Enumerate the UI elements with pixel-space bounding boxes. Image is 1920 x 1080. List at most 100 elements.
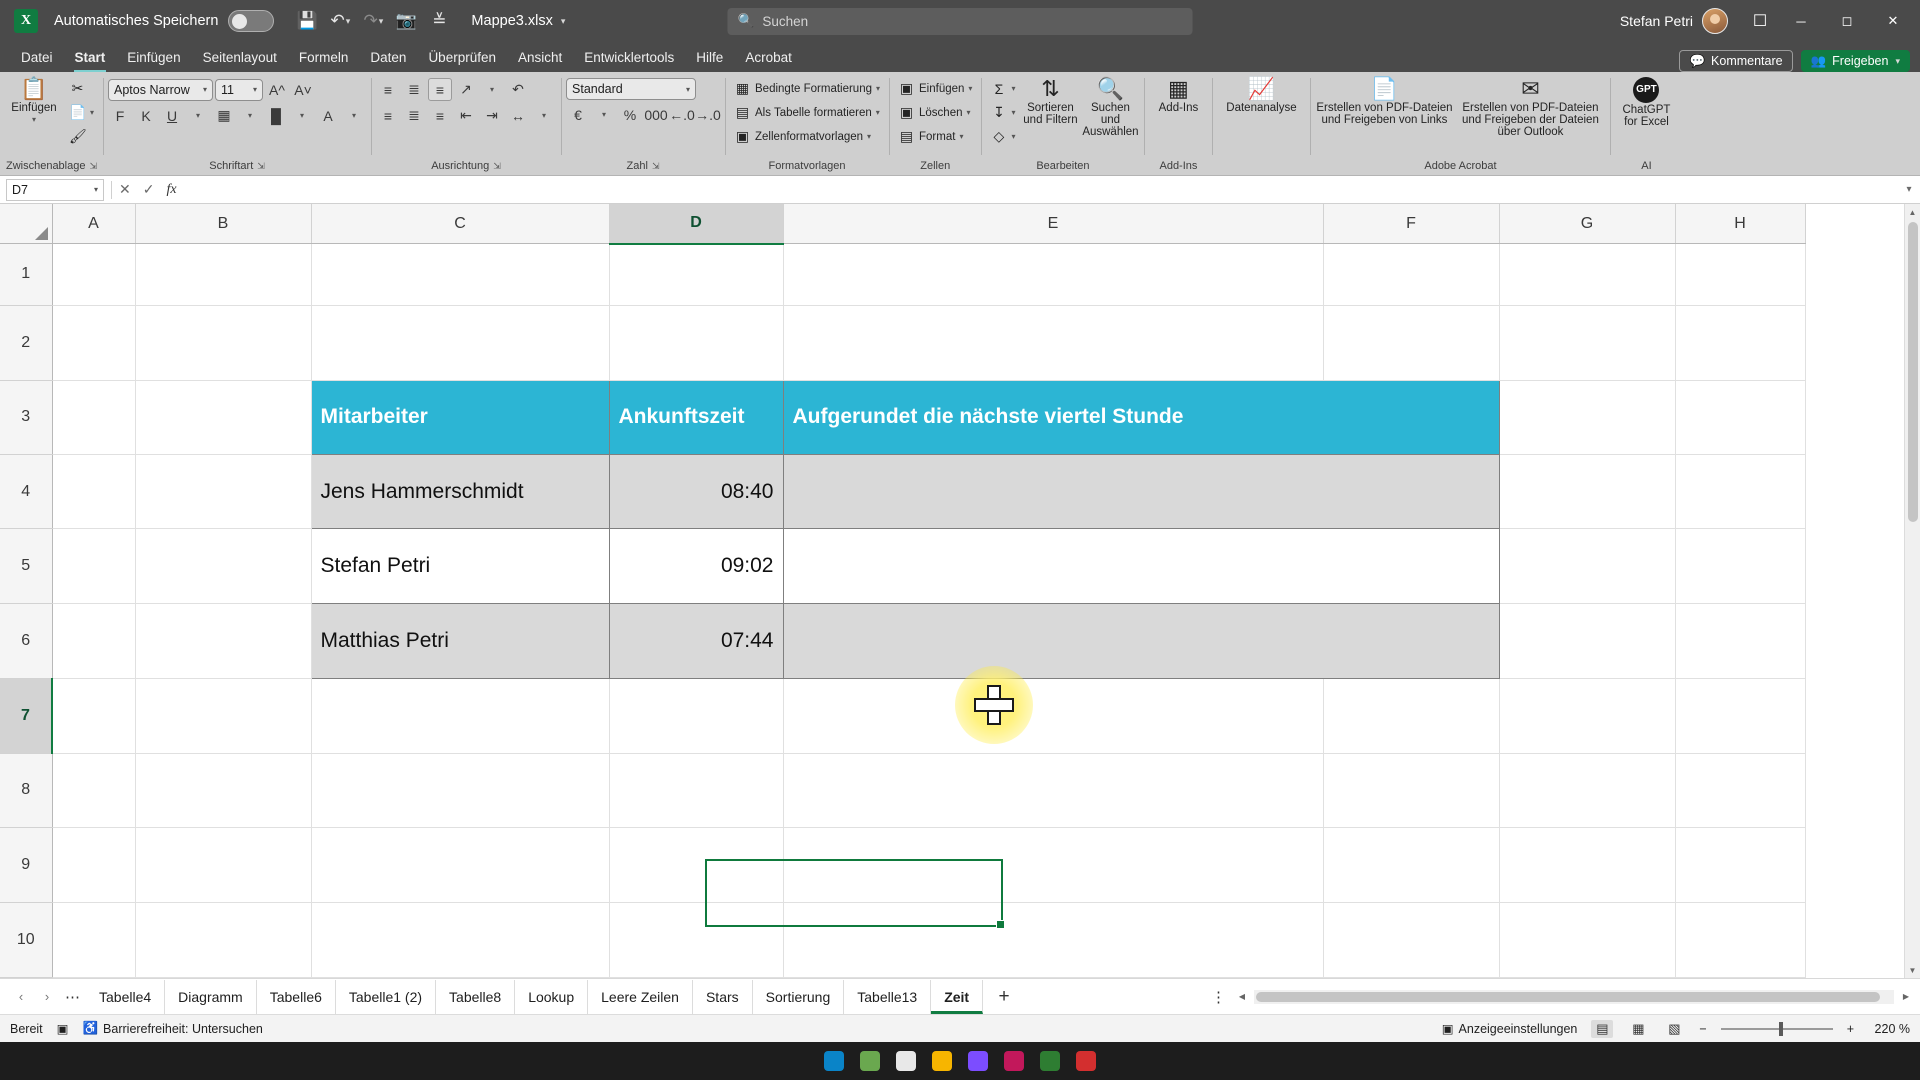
- font-name-combo[interactable]: Aptos Narrow ▾: [108, 78, 214, 101]
- horizontal-scrollbar[interactable]: [1254, 989, 1894, 1004]
- cell-c10[interactable]: [311, 902, 610, 978]
- format-painter-button[interactable]: 🖌: [65, 125, 98, 148]
- cell-c8[interactable]: [311, 753, 610, 829]
- sheet-tab-zeit[interactable]: Zeit: [931, 979, 984, 1014]
- sheet-tab-stars[interactable]: Stars: [693, 979, 753, 1014]
- file-name-menu[interactable]: Mappe3.xlsx ▾: [471, 13, 565, 29]
- thousands-separator-button[interactable]: 000: [644, 103, 668, 126]
- sort-filter-button[interactable]: ⇅ Sortieren und Filtern: [1021, 75, 1079, 127]
- camera-icon[interactable]: 📷: [391, 7, 421, 35]
- sheet-tab-lookup[interactable]: Lookup: [515, 979, 589, 1014]
- ribbon-tab-ueberpruefen[interactable]: Überprüfen: [417, 44, 507, 72]
- cell-h5[interactable]: [1675, 528, 1806, 604]
- cell-b9[interactable]: [135, 827, 312, 904]
- format-as-table-button[interactable]: ▤ Als Tabelle formatieren ▾: [730, 101, 884, 124]
- ribbon-tab-start[interactable]: Start: [64, 44, 117, 72]
- cell-b7[interactable]: [135, 678, 312, 754]
- cell-d1[interactable]: [609, 243, 784, 306]
- cell-d5[interactable]: 09:02: [608, 528, 784, 604]
- cell-h6[interactable]: [1675, 603, 1806, 679]
- record-macro-icon[interactable]: ▣: [57, 1021, 69, 1036]
- sheet-options-icon[interactable]: ⋮: [1208, 988, 1230, 1006]
- save-icon[interactable]: 💾: [292, 7, 322, 35]
- page-break-view-icon[interactable]: ▧: [1663, 1020, 1685, 1038]
- number-format-combo[interactable]: Standard ▾: [566, 78, 697, 100]
- cell-a2[interactable]: [52, 305, 136, 381]
- cell-g1[interactable]: [1499, 243, 1676, 306]
- taskbar-app-6-icon[interactable]: [1004, 1051, 1024, 1071]
- copy-button[interactable]: 📄 ▾: [65, 101, 98, 124]
- undo-icon[interactable]: ↶ ▾: [325, 7, 355, 35]
- cell-g6[interactable]: [1499, 603, 1676, 679]
- cancel-entry-icon[interactable]: ✕: [119, 181, 131, 198]
- align-middle-button[interactable]: ≣: [402, 78, 426, 101]
- row-header-9[interactable]: 9: [0, 827, 53, 904]
- cell-a10[interactable]: [52, 902, 136, 978]
- percent-format-button[interactable]: %: [618, 103, 642, 126]
- accessibility-button[interactable]: ♿ Barrierefreiheit: Untersuchen: [82, 1021, 262, 1036]
- row-header-3[interactable]: 3: [0, 380, 53, 456]
- column-header-f[interactable]: F: [1323, 204, 1500, 245]
- cell-a5[interactable]: [52, 528, 136, 604]
- decrease-indent-button[interactable]: ⇤: [454, 104, 478, 127]
- minimize-button[interactable]: ─: [1778, 0, 1824, 42]
- dialog-launcher-icon[interactable]: ⇲: [89, 161, 97, 171]
- cell-b2[interactable]: [135, 305, 312, 381]
- cell-f10[interactable]: [1323, 902, 1500, 978]
- merge-center-button[interactable]: ↔: [506, 104, 530, 127]
- font-color-button[interactable]: A: [316, 104, 340, 127]
- taskbar-app-5-icon[interactable]: [968, 1051, 988, 1071]
- chevron-down-icon[interactable]: ▾: [186, 104, 210, 127]
- comments-button[interactable]: 💬 Kommentare: [1679, 50, 1793, 72]
- dialog-launcher-icon[interactable]: ⇲: [493, 161, 501, 171]
- user-account[interactable]: Stefan Petri: [1620, 8, 1728, 34]
- ribbon-tab-acrobat[interactable]: Acrobat: [734, 44, 803, 72]
- cell-g10[interactable]: [1499, 902, 1676, 978]
- name-box[interactable]: D7 ▾: [6, 178, 104, 201]
- share-button[interactable]: 👥 Freigeben ▾: [1800, 50, 1910, 72]
- cell-e8[interactable]: [783, 753, 1324, 829]
- chevron-down-icon[interactable]: ▾: [592, 103, 616, 126]
- cell-styles-button[interactable]: ▣ Zellenformatvorlagen ▾: [730, 125, 884, 148]
- expand-formula-bar-icon[interactable]: ▾: [1898, 184, 1920, 195]
- insert-cells-button[interactable]: ▣ Einfügen ▾: [894, 77, 976, 100]
- dialog-launcher-icon[interactable]: ⇲: [652, 161, 660, 171]
- ribbon-display-options-icon[interactable]: ☐: [1742, 4, 1778, 38]
- sheet-tab-tabelle1-2[interactable]: Tabelle1 (2): [336, 979, 437, 1014]
- create-pdf-outlook-button[interactable]: ✉ Erstellen von PDF-Dateien und Freigebe…: [1455, 75, 1605, 139]
- increase-font-size-button[interactable]: A^: [265, 78, 289, 101]
- scroll-up-icon[interactable]: ▲: [1905, 204, 1920, 220]
- font-size-combo[interactable]: 11 ▾: [215, 78, 264, 101]
- paste-button[interactable]: 📋 Einfügen ▾: [5, 75, 63, 125]
- align-right-button[interactable]: ≡: [428, 104, 452, 127]
- column-header-h[interactable]: H: [1675, 204, 1806, 245]
- cell-e1[interactable]: [783, 243, 1324, 306]
- row-header-4[interactable]: 4: [0, 454, 53, 530]
- ribbon-tab-hilfe[interactable]: Hilfe: [685, 44, 734, 72]
- previous-sheet-icon[interactable]: ‹: [8, 989, 34, 1004]
- cell-d4[interactable]: 08:40: [608, 454, 784, 530]
- cell-h8[interactable]: [1675, 753, 1806, 829]
- ribbon-tab-entwicklertools[interactable]: Entwicklertools: [573, 44, 685, 72]
- ribbon-tab-datei[interactable]: Datei: [10, 44, 64, 72]
- cell-a4[interactable]: [52, 454, 136, 530]
- format-cells-button[interactable]: ▤ Format ▾: [894, 125, 976, 148]
- align-center-button[interactable]: ≣: [402, 104, 426, 127]
- all-sheets-icon[interactable]: ⋯: [60, 988, 86, 1006]
- row-header-10[interactable]: 10: [0, 902, 53, 978]
- cell-a1[interactable]: [52, 243, 136, 306]
- fill-button[interactable]: ↧ ▾: [986, 101, 1019, 124]
- ribbon-tab-formeln[interactable]: Formeln: [288, 44, 360, 72]
- fill-color-button[interactable]: █: [264, 104, 288, 127]
- close-button[interactable]: ✕: [1870, 0, 1916, 42]
- cut-button[interactable]: ✂: [65, 77, 98, 100]
- autosum-button[interactable]: Σ ▾: [986, 77, 1019, 100]
- ribbon-tab-seitenlayout[interactable]: Seitenlayout: [192, 44, 288, 72]
- cell-d3[interactable]: Ankunftszeit: [608, 379, 784, 456]
- cell-f9[interactable]: [1323, 827, 1500, 904]
- cell-a6[interactable]: [52, 603, 136, 679]
- vertical-scrollbar[interactable]: ▲ ▼: [1904, 204, 1920, 978]
- taskbar-app-2-icon[interactable]: [860, 1051, 880, 1071]
- data-analysis-button[interactable]: 📈 Datenanalyse: [1217, 75, 1305, 115]
- cell-b4[interactable]: [135, 454, 312, 530]
